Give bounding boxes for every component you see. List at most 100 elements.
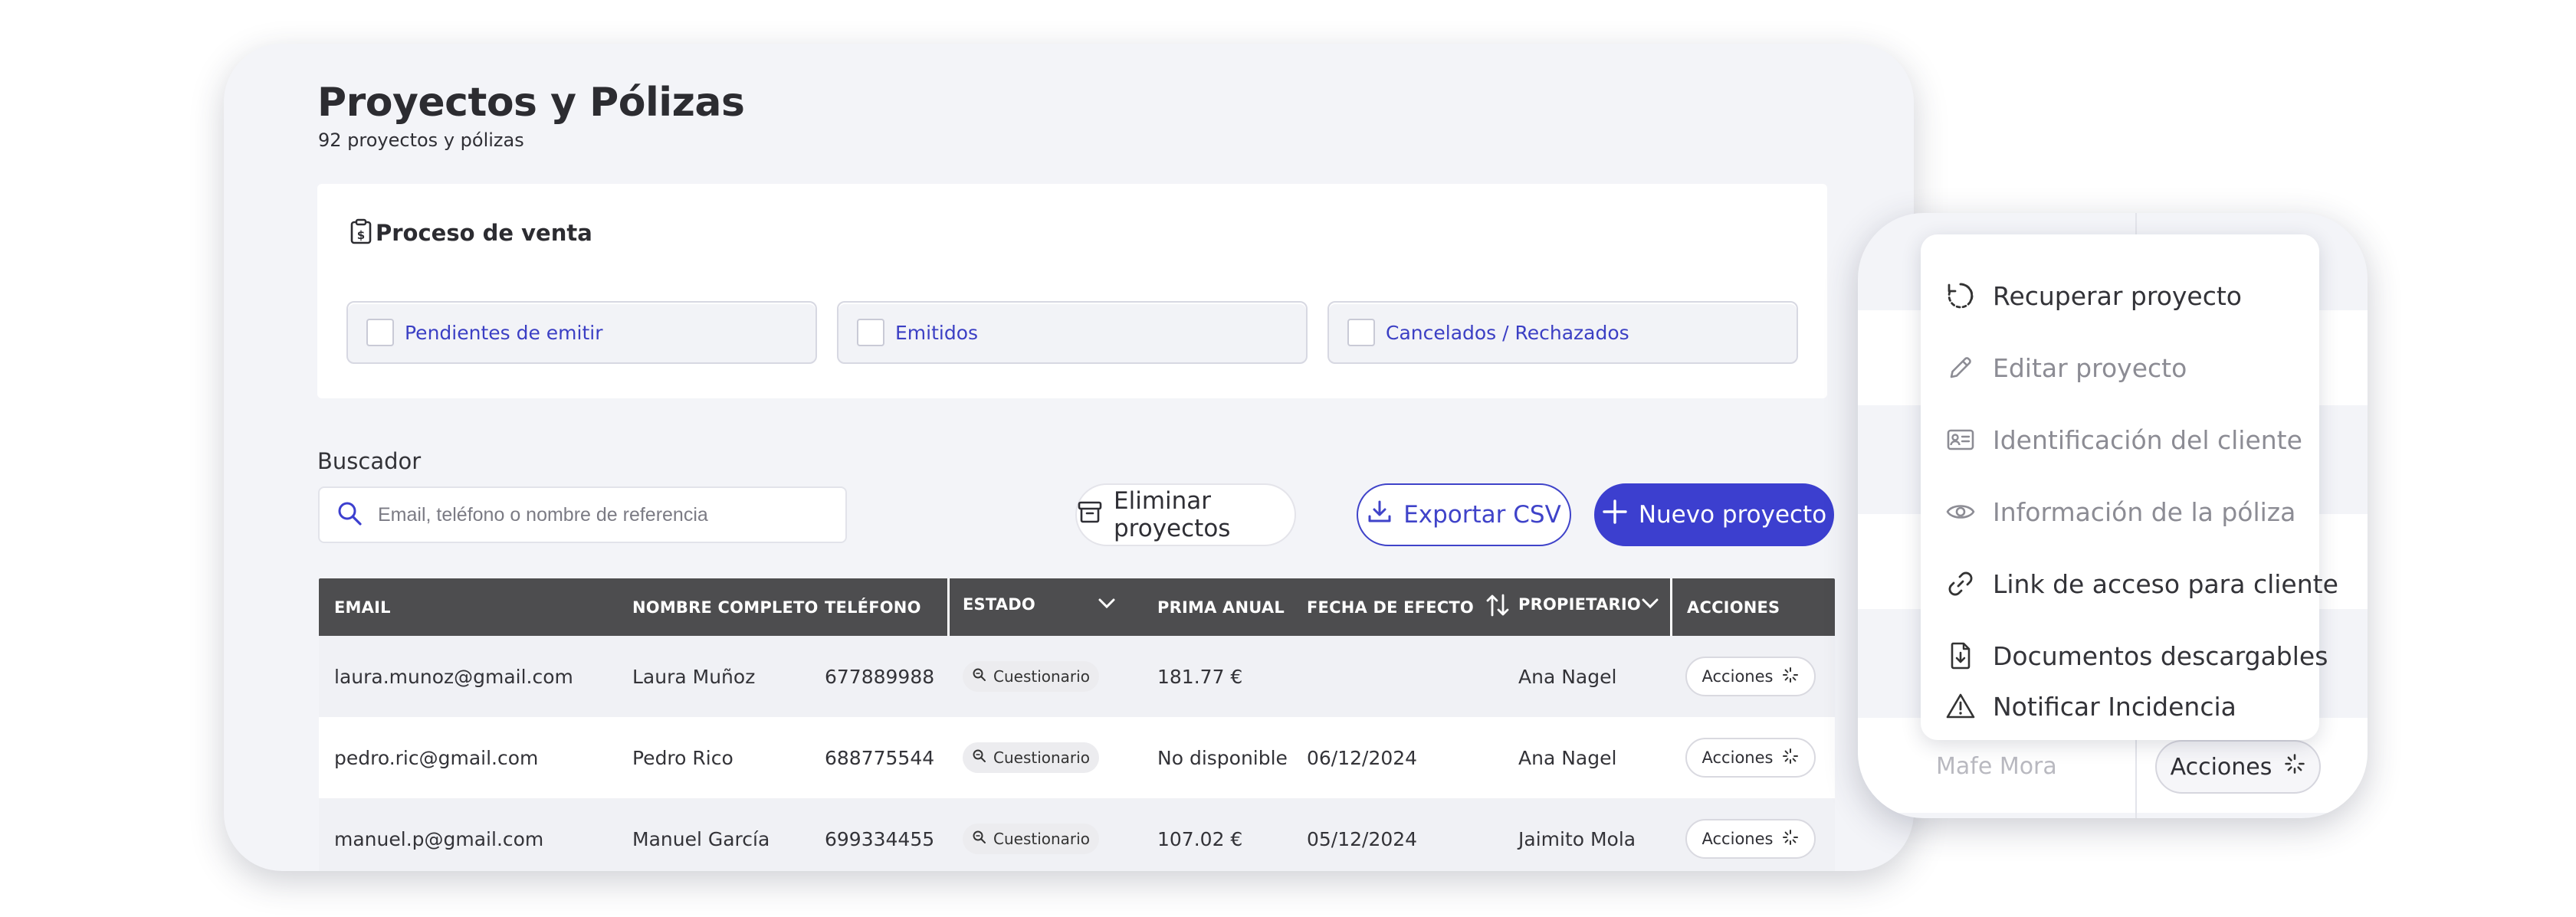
cell-premium: 107.02 € bbox=[1157, 827, 1243, 850]
link-icon bbox=[1944, 567, 1977, 601]
row-actions-label: Acciones bbox=[2170, 753, 2272, 781]
menu-item-label: Identificación del cliente bbox=[1993, 424, 2302, 455]
filter-checkbox[interactable] bbox=[857, 319, 884, 346]
page-subtitle: 92 proyectos y pólizas bbox=[318, 129, 524, 151]
owner-name-faded: Mafe Mora bbox=[1936, 753, 2057, 780]
cell-phone: 677889988 bbox=[825, 665, 935, 688]
menu-item-client-access-link[interactable]: Link de acceso para cliente bbox=[1944, 561, 2338, 607]
filter-issued[interactable]: Emitidos bbox=[837, 301, 1308, 364]
column-status[interactable]: ESTADO bbox=[963, 578, 1116, 636]
filter-checkbox[interactable] bbox=[1347, 319, 1375, 346]
filter-pending[interactable]: Pendientes de emitir bbox=[346, 301, 817, 364]
menu-item-policy-info[interactable]: Información de la póliza bbox=[1944, 489, 2295, 535]
clipboard-dollar-icon: $ bbox=[349, 218, 372, 247]
menu-item-label: Recuperar proyecto bbox=[1993, 280, 2242, 311]
chevron-down-icon bbox=[1641, 595, 1659, 614]
status-text: Cuestionario bbox=[993, 748, 1090, 767]
table-row[interactable]: pedro.ric@gmail.com Pedro Rico 688775544… bbox=[319, 717, 1835, 798]
row-actions-button[interactable]: Acciones bbox=[1685, 657, 1816, 696]
cell-phone: 699334455 bbox=[825, 827, 935, 850]
search-icon bbox=[336, 500, 363, 529]
filter-checkbox[interactable] bbox=[366, 319, 394, 346]
loader-icon bbox=[1782, 666, 1799, 687]
menu-item-edit-project[interactable]: Editar proyecto bbox=[1944, 345, 2187, 391]
cell-email: pedro.ric@gmail.com bbox=[334, 746, 539, 769]
row-actions-label: Acciones bbox=[1701, 748, 1774, 767]
projects-card: Proyectos y Pólizas 92 proyectos y póliz… bbox=[224, 44, 1914, 871]
menu-item-label: Información de la póliza bbox=[1993, 496, 2296, 527]
filter-label: Pendientes de emitir bbox=[405, 321, 603, 344]
cell-date: 05/12/2024 bbox=[1307, 827, 1418, 850]
sales-process-label: Proceso de venta bbox=[376, 220, 592, 246]
archive-icon bbox=[1077, 499, 1103, 530]
filter-cancelled[interactable]: Cancelados / Rechazados bbox=[1327, 301, 1798, 364]
column-status-label: ESTADO bbox=[963, 595, 1035, 614]
export-csv-button[interactable]: Exportar CSV bbox=[1357, 483, 1571, 546]
chevron-down-icon bbox=[1098, 595, 1116, 614]
actions-dropdown-menu: Recuperar proyecto Editar proyecto Ident… bbox=[1921, 234, 2338, 740]
menu-item-label: Notificar Incidencia bbox=[1993, 691, 2236, 722]
export-csv-label: Exportar CSV bbox=[1403, 501, 1561, 529]
page-title: Proyectos y Pólizas bbox=[317, 80, 745, 126]
cell-premium: No disponible bbox=[1157, 746, 1288, 769]
status-badge: Cuestionario bbox=[963, 661, 1099, 692]
cell-owner: Jaimito Mola bbox=[1518, 827, 1636, 850]
row-actions-label: Acciones bbox=[1701, 667, 1774, 686]
sales-process-header: $ Proceso de venta bbox=[349, 218, 592, 247]
row-actions-button[interactable]: Acciones bbox=[2155, 740, 2321, 794]
menu-item-report-incident[interactable]: Notificar Incidencia bbox=[1944, 683, 2236, 729]
row-actions-button[interactable]: Acciones bbox=[1685, 738, 1816, 778]
plus-icon bbox=[1602, 499, 1628, 531]
cell-email: laura.munoz@gmail.com bbox=[334, 665, 573, 688]
delete-projects-label: Eliminar proyectos bbox=[1114, 487, 1231, 542]
menu-item-client-identification[interactable]: Identificación del cliente bbox=[1944, 417, 2302, 463]
loader-icon bbox=[2284, 753, 2305, 781]
cell-owner: Ana Nagel bbox=[1518, 746, 1617, 769]
cell-actions: Acciones bbox=[1685, 798, 1816, 871]
cell-owner: Ana Nagel bbox=[1518, 665, 1617, 688]
column-date[interactable]: FECHA DE EFECTO bbox=[1307, 578, 1511, 636]
menu-item-label: Link de acceso para cliente bbox=[1993, 568, 2338, 599]
column-owner[interactable]: PROPIETARIO bbox=[1518, 578, 1659, 636]
column-name: NOMBRE COMPLETO bbox=[632, 598, 819, 617]
svg-text:$: $ bbox=[357, 228, 365, 242]
column-owner-label: PROPIETARIO bbox=[1518, 595, 1641, 614]
magnify-icon bbox=[972, 667, 987, 686]
menu-item-label: Editar proyecto bbox=[1993, 352, 2187, 383]
download-icon bbox=[1367, 499, 1393, 531]
search-box[interactable] bbox=[318, 486, 847, 543]
search-input[interactable] bbox=[376, 503, 809, 527]
column-actions: ACCIONES bbox=[1687, 598, 1780, 617]
cell-date: 06/12/2024 bbox=[1307, 746, 1418, 769]
column-premium: PRIMA ANUAL bbox=[1157, 598, 1285, 617]
status-filters: Pendientes de emitir Emitidos Cancelados… bbox=[346, 301, 1798, 364]
new-project-button[interactable]: Nuevo proyecto bbox=[1594, 483, 1834, 546]
table-row[interactable]: laura.munoz@gmail.com Laura Muñoz 677889… bbox=[319, 636, 1835, 717]
menu-item-recover-project[interactable]: Recuperar proyecto bbox=[1944, 273, 2242, 319]
id-card-icon bbox=[1944, 423, 1977, 457]
table-row[interactable]: manuel.p@gmail.com Manuel García 6993344… bbox=[319, 798, 1835, 871]
cell-status: Cuestionario bbox=[963, 717, 1099, 798]
loader-icon bbox=[1782, 748, 1799, 768]
delete-projects-button[interactable]: Eliminar proyectos bbox=[1075, 483, 1296, 546]
menu-item-downloadable-docs[interactable]: Documentos descargables bbox=[1944, 633, 2328, 679]
cell-premium: 181.77 € bbox=[1157, 665, 1243, 688]
pencil-icon bbox=[1944, 351, 1977, 385]
menu-item-label: Documentos descargables bbox=[1993, 640, 2328, 671]
search-label: Buscador bbox=[317, 448, 422, 474]
status-badge: Cuestionario bbox=[963, 824, 1099, 854]
magnify-icon bbox=[972, 830, 987, 849]
cell-phone: 688775544 bbox=[825, 746, 935, 769]
warning-icon bbox=[1944, 689, 1977, 723]
cell-actions: Acciones bbox=[1685, 717, 1816, 798]
sort-icon[interactable] bbox=[1485, 592, 1511, 622]
new-project-label: Nuevo proyecto bbox=[1638, 501, 1827, 529]
row-actions-button[interactable]: Acciones bbox=[1685, 819, 1816, 859]
sales-process-panel: $ Proceso de venta Pendientes de emitir … bbox=[317, 184, 1827, 398]
cell-status: Cuestionario bbox=[963, 798, 1099, 871]
status-text: Cuestionario bbox=[993, 667, 1090, 686]
filter-label: Emitidos bbox=[895, 321, 979, 344]
actions-popup-card: Mafe Mora Acciones Recuperar proyecto Ed… bbox=[1858, 213, 2368, 818]
cell-name: Manuel García bbox=[632, 827, 770, 850]
row-actions-label: Acciones bbox=[1701, 830, 1774, 848]
